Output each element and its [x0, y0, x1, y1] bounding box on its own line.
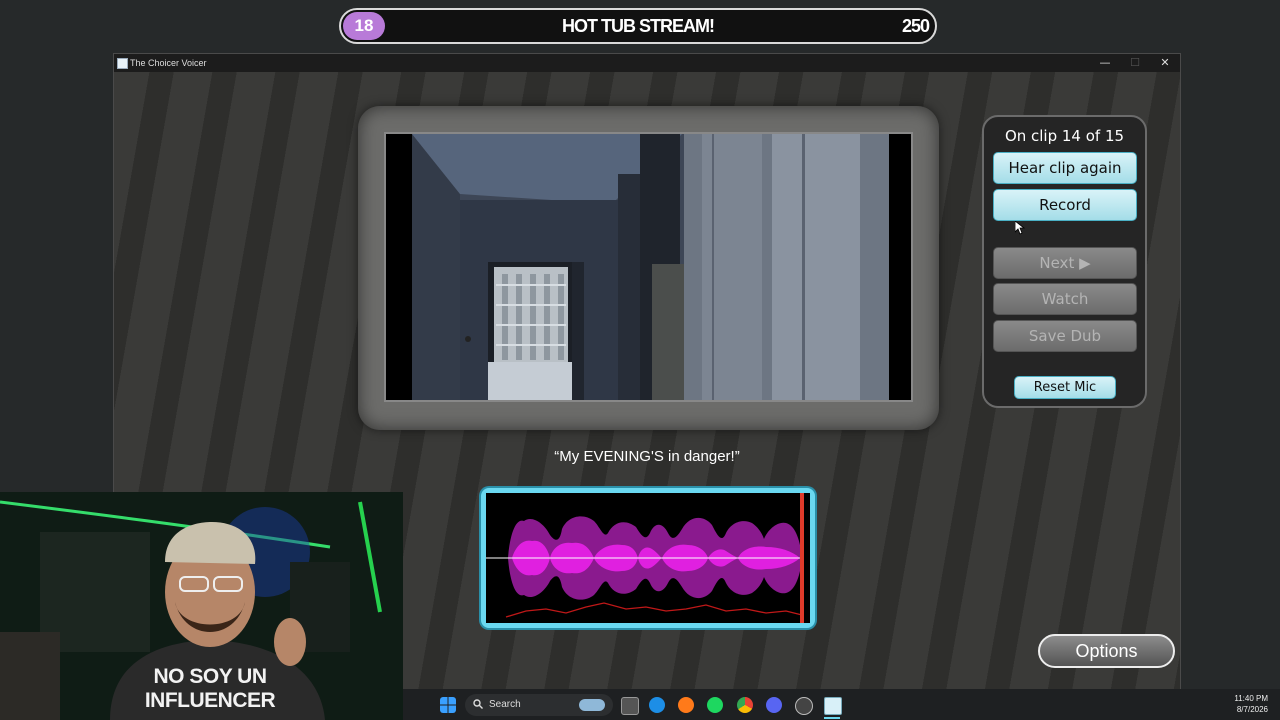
clip-progress: On clip 14 of 15: [1004, 127, 1125, 145]
shirt-text-line1: NO SOY UN: [153, 665, 267, 688]
clock-date: 8/7/2026: [1236, 705, 1268, 714]
watch-button[interactable]: Watch: [993, 283, 1137, 315]
choicer-voicer-app-icon[interactable]: [824, 697, 842, 715]
start-menu-icon[interactable]: [440, 697, 456, 713]
search-icon: [473, 694, 483, 716]
edge-browser-icon[interactable]: [649, 697, 665, 713]
next-button[interactable]: Next ▶: [993, 247, 1137, 279]
webcam-overlay: NO SOY UN INFLUENCER: [0, 492, 403, 720]
record-button[interactable]: Record: [993, 189, 1137, 221]
banner-count: 250: [901, 16, 930, 36]
obs-icon[interactable]: [795, 697, 813, 715]
stream-banner: 18 HOT TUB STREAM! 250: [339, 8, 937, 44]
waveform-graph: [486, 493, 810, 623]
weather-widget-icon: [579, 699, 605, 711]
banner-title: HOT TUB STREAM!: [562, 16, 715, 36]
shirt-text-line2: INFLUENCER: [144, 689, 276, 712]
waveform-display: [481, 488, 815, 628]
shirt-text: NO SOY UN INFLUENCER: [140, 665, 280, 713]
task-view-icon[interactable]: [621, 697, 639, 715]
video-player: [384, 132, 913, 402]
spotify-icon[interactable]: [707, 697, 723, 713]
chrome-icon[interactable]: [737, 697, 753, 713]
reset-mic-button[interactable]: Reset Mic: [1014, 376, 1116, 399]
save-dub-button[interactable]: Save Dub: [993, 320, 1137, 352]
video-scene: [412, 134, 889, 400]
title-bar: The Choicer Voicer — ☐ ✕: [114, 54, 1180, 72]
taskbar-search[interactable]: Search: [465, 694, 613, 716]
maximize-button[interactable]: ☐: [1122, 54, 1148, 72]
clip-quote: “My EVENING'S in danger!”: [554, 448, 740, 465]
firefox-icon[interactable]: [678, 697, 694, 713]
options-button[interactable]: Options: [1038, 634, 1175, 668]
taskbar-clock[interactable]: 11:40 PM 8/7/2026: [1234, 693, 1268, 715]
window-title: The Choicer Voicer: [130, 58, 207, 68]
search-placeholder: Search: [489, 699, 521, 710]
app-icon: [117, 58, 128, 69]
video-frame: [358, 106, 939, 430]
discord-icon[interactable]: [766, 697, 782, 713]
taskbar: Search 11:40 PM 8/7/2026: [403, 689, 1280, 720]
clip-control-panel: On clip 14 of 15 Hear clip again Record …: [982, 115, 1147, 408]
clock-time: 11:40 PM: [1234, 694, 1268, 703]
close-button[interactable]: ✕: [1152, 54, 1178, 72]
mouse-cursor-icon: [1015, 221, 1025, 235]
hear-clip-again-button[interactable]: Hear clip again: [993, 152, 1137, 184]
minimize-button[interactable]: —: [1092, 54, 1118, 72]
active-app-indicator: [824, 717, 840, 719]
